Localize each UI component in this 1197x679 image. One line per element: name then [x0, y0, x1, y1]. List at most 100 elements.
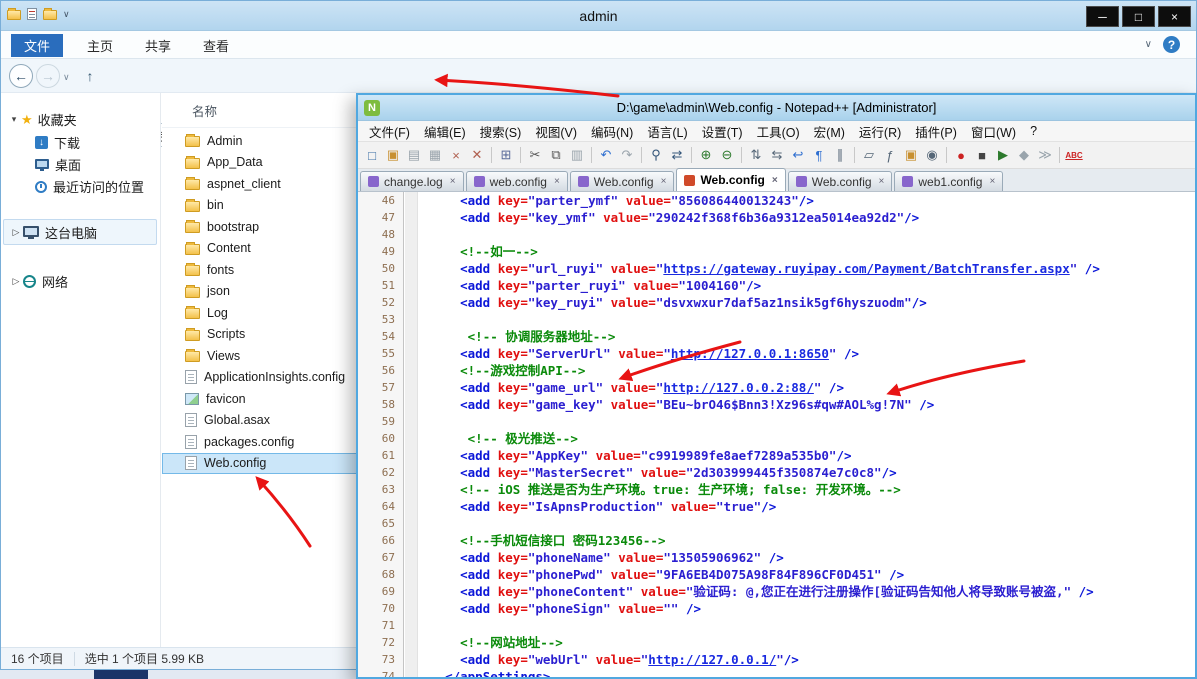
menu-item[interactable]: 宏(M)	[807, 122, 852, 141]
file-row[interactable]: Scripts	[162, 324, 358, 346]
code-line[interactable]: 61 <add key="AppKey" value="c9919989fe8a…	[358, 447, 1195, 464]
menu-item[interactable]: 文件(F)	[362, 122, 417, 141]
file-row[interactable]: Log	[162, 302, 358, 324]
code-line[interactable]: 73 <add key="webUrl" value="http://127.0…	[358, 651, 1195, 668]
code-line[interactable]: 46 <add key="parter_ymf" value="85608644…	[358, 192, 1195, 209]
ribbon-tab-file[interactable]: 文件	[11, 34, 63, 57]
minimize-button[interactable]: ─	[1086, 6, 1119, 27]
document-tab[interactable]: Web.config×	[570, 171, 675, 191]
close-button[interactable]: ×	[1158, 6, 1191, 27]
code-line[interactable]: 60 <!-- 极光推送-->	[358, 430, 1195, 447]
menu-item[interactable]: 搜索(S)	[473, 122, 529, 141]
tab-close-icon[interactable]: ×	[879, 176, 885, 187]
column-header-name[interactable]: 名称	[162, 93, 358, 128]
document-tab[interactable]: web1.config×	[894, 171, 1003, 191]
up-button[interactable]: ↑	[79, 65, 101, 87]
document-tab[interactable]: web.config×	[466, 171, 568, 191]
forward-button[interactable]: →	[36, 64, 60, 88]
file-row[interactable]: bootstrap	[162, 216, 358, 238]
code-line[interactable]: 57 <add key="game_url" value="http://127…	[358, 379, 1195, 396]
document-tab[interactable]: Web.config×	[788, 171, 893, 191]
menu-item[interactable]: 工具(O)	[750, 122, 807, 141]
code-line[interactable]: 51 <add key="parter_ruyi" value="1004160…	[358, 277, 1195, 294]
code-line[interactable]: 58 <add key="game_key" value="BEu~brO46$…	[358, 396, 1195, 413]
sync-vertical-icon[interactable]: ⇅	[746, 145, 766, 165]
cut-icon[interactable]: ✂	[525, 145, 545, 165]
new-file-icon[interactable]: □	[362, 145, 382, 165]
menu-item[interactable]: 设置(T)	[695, 122, 750, 141]
expander-icon[interactable]: ▷	[9, 227, 23, 238]
code-line[interactable]: 52 <add key="key_ruyi" value="dsvxwxur7d…	[358, 294, 1195, 311]
close-icon[interactable]: ×	[446, 145, 466, 165]
document-tab[interactable]: change.log×	[360, 171, 464, 191]
help-button[interactable]: ?	[1163, 36, 1180, 53]
sync-horizontal-icon[interactable]: ⇆	[767, 145, 787, 165]
close-all-icon[interactable]: ✕	[467, 145, 487, 165]
folder-as-workspace-icon[interactable]: ▣	[901, 145, 921, 165]
file-row[interactable]: Global.asax	[162, 410, 358, 432]
sidebar-item-network[interactable]: ▷ 网络	[1, 271, 68, 292]
menu-item[interactable]: 编辑(E)	[417, 122, 473, 141]
tab-close-icon[interactable]: ×	[989, 176, 995, 187]
save-all-icon[interactable]: ▦	[425, 145, 445, 165]
run-macro-multiple-icon[interactable]: ≫	[1035, 145, 1055, 165]
spell-check-icon[interactable]: ABC	[1064, 145, 1084, 165]
code-line[interactable]: 50 <add key="url_ruyi" value="https://ga…	[358, 260, 1195, 277]
ribbon-tab[interactable]: 主页	[71, 34, 129, 57]
sidebar-item-recent-places[interactable]: 最近访问的位置	[1, 176, 144, 197]
code-line[interactable]: 55 <add key="ServerUrl" value="http://12…	[358, 345, 1195, 362]
replace-icon[interactable]: ⇄	[667, 145, 687, 165]
document-map-icon[interactable]: ▱	[859, 145, 879, 165]
code-line[interactable]: 63 <!-- iOS 推送是否为生产环境。true: 生产环境; false:…	[358, 481, 1195, 498]
file-row[interactable]: fonts	[162, 259, 358, 281]
file-row[interactable]: Views	[162, 345, 358, 367]
code-line[interactable]: 70 <add key="phoneSign" value="" />	[358, 600, 1195, 617]
code-line[interactable]: 67 <add key="phoneName" value="135059069…	[358, 549, 1195, 566]
print-icon[interactable]: ⊞	[496, 145, 516, 165]
ribbon-tab[interactable]: 共享	[129, 34, 187, 57]
ribbon-tab[interactable]: 查看	[187, 34, 245, 57]
paste-icon[interactable]: ▥	[567, 145, 587, 165]
stop-macro-icon[interactable]: ■	[972, 145, 992, 165]
back-button[interactable]: ←	[9, 64, 33, 88]
menu-item[interactable]: 插件(P)	[908, 122, 964, 141]
code-line[interactable]: 47 <add key="key_ymf" value="290242f368f…	[358, 209, 1195, 226]
code-line[interactable]: 49 <!--如一-->	[358, 243, 1195, 260]
menu-item[interactable]: 编码(N)	[584, 122, 640, 141]
code-line[interactable]: 74 </appSettings>	[358, 668, 1195, 677]
file-row[interactable]: json	[162, 281, 358, 303]
file-row[interactable]: App_Data	[162, 152, 358, 174]
zoom-out-icon[interactable]: ⊖	[717, 145, 737, 165]
document-tab[interactable]: Web.config×	[676, 168, 785, 191]
menu-item[interactable]: 视图(V)	[528, 122, 584, 141]
word-wrap-icon[interactable]: ↩	[788, 145, 808, 165]
find-icon[interactable]: ⚲	[646, 145, 666, 165]
sidebar-item-this-pc[interactable]: ▷ 这台电脑	[1, 222, 97, 243]
tab-close-icon[interactable]: ×	[772, 175, 778, 186]
menu-item[interactable]: ?	[1023, 124, 1044, 138]
sidebar-item-desktop[interactable]: 桌面	[1, 154, 81, 175]
menu-item[interactable]: 运行(R)	[852, 122, 908, 141]
sidebar-item-downloads[interactable]: ↓ 下载	[1, 132, 80, 153]
undo-icon[interactable]: ↶	[596, 145, 616, 165]
code-line[interactable]: 71	[358, 617, 1195, 634]
document-monitor-icon[interactable]: ◉	[922, 145, 942, 165]
save-macro-icon[interactable]: ◆	[1014, 145, 1034, 165]
expander-icon[interactable]: ▷	[9, 276, 23, 287]
indent-guide-icon[interactable]: ∥	[830, 145, 850, 165]
file-row[interactable]: aspnet_client	[162, 173, 358, 195]
ribbon-collapse-icon[interactable]: ∨	[1145, 39, 1152, 50]
code-line[interactable]: 56 <!--游戏控制API-->	[358, 362, 1195, 379]
code-line[interactable]: 72 <!--网站地址-->	[358, 634, 1195, 651]
taskbar-peek[interactable]	[94, 670, 148, 679]
tab-close-icon[interactable]: ×	[450, 176, 456, 187]
menu-item[interactable]: 语言(L)	[640, 122, 694, 141]
file-row[interactable]: packages.config	[162, 431, 358, 453]
history-dropdown-icon[interactable]: ∨	[63, 72, 70, 83]
save-icon[interactable]: ▤	[404, 145, 424, 165]
record-macro-icon[interactable]: ●	[951, 145, 971, 165]
code-line[interactable]: 59	[358, 413, 1195, 430]
code-line[interactable]: 69 <add key="phoneContent" value="验证码: @…	[358, 583, 1195, 600]
expander-icon[interactable]: ▾	[7, 114, 21, 125]
code-line[interactable]: 68 <add key="phonePwd" value="9FA6EB4D07…	[358, 566, 1195, 583]
